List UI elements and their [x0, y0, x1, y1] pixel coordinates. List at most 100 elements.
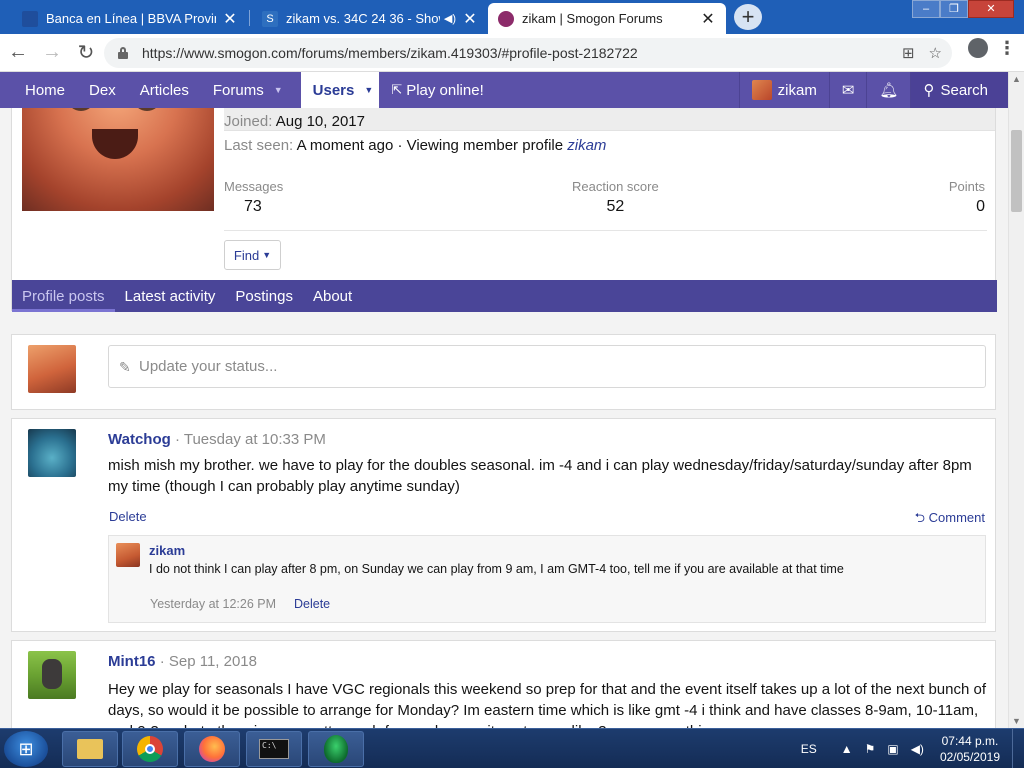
last-seen-label: Last seen:: [224, 137, 294, 154]
page-viewport: Joined: Aug 10, 2017 Last seen: A moment…: [0, 72, 1008, 728]
taskbar-explorer[interactable]: [62, 731, 118, 767]
start-button[interactable]: ⊞: [4, 731, 48, 767]
nav-users[interactable]: Users ▼: [300, 72, 380, 108]
showdown-favicon-icon: S: [262, 10, 278, 27]
stat-value[interactable]: 0: [949, 198, 985, 216]
search-button[interactable]: ⚲ Search: [910, 72, 1008, 108]
speaker-icon[interactable]: ◀): [444, 12, 456, 25]
close-window-button[interactable]: ✕: [968, 0, 1014, 18]
forward-button[interactable]: →: [36, 37, 68, 69]
delete-post-link[interactable]: Delete: [109, 509, 147, 524]
stat-points: Points 0: [949, 179, 985, 216]
browser-tab-smogon[interactable]: zikam | Smogon Forums ✕: [488, 3, 726, 34]
nav-articles[interactable]: Articles: [128, 72, 201, 108]
scrollbar-thumb[interactable]: [1011, 130, 1022, 212]
stat-label: Reaction score: [572, 179, 659, 194]
close-tab-icon[interactable]: ✕: [222, 9, 238, 29]
comment-time[interactable]: Yesterday at 12:26 PM: [150, 597, 276, 611]
browser-tab-bbva[interactable]: Banca en Línea | BBVA Provincial ✕: [12, 3, 248, 34]
nav-dex[interactable]: Dex: [77, 72, 128, 108]
stat-value[interactable]: 73: [224, 198, 283, 216]
post-author[interactable]: Watchog: [108, 431, 171, 448]
stat-label: Messages: [224, 179, 284, 194]
profile-post: Watchog · Tuesday at 10:33 PM mish mish …: [11, 418, 996, 632]
browser-tab-showdown[interactable]: S zikam vs. 34C 24 36 - Showd ◀) ✕: [252, 3, 488, 34]
bookmark-star-icon[interactable]: ☆: [929, 44, 942, 62]
find-button[interactable]: Find ▼: [224, 240, 281, 270]
separator-dot: ·: [174, 431, 184, 448]
nav-play-online[interactable]: ⇱ Play online!: [379, 72, 495, 108]
close-tab-icon[interactable]: ✕: [462, 9, 478, 29]
nav-forums-label: Forums: [212, 81, 264, 99]
maximize-button[interactable]: ❐: [940, 0, 968, 18]
new-tab-button[interactable]: +: [734, 4, 762, 30]
nav-users-label: Users: [312, 81, 355, 99]
inbox-button[interactable]: ✉: [828, 72, 867, 108]
own-avatar[interactable]: [28, 345, 76, 393]
folder-icon: [77, 739, 103, 759]
flag-icon[interactable]: ⚑: [865, 742, 876, 756]
account-menu[interactable]: zikam: [738, 72, 829, 108]
profile-tabs: Profile posts Latest activity Postings A…: [12, 280, 997, 312]
comment-author[interactable]: zikam: [149, 543, 185, 558]
stat-value: 52: [606, 198, 625, 215]
caret-down-icon[interactable]: ▼: [364, 85, 373, 95]
page-scrollbar[interactable]: ▲ ▼: [1008, 72, 1024, 728]
post-time[interactable]: Sep 11, 2018: [169, 653, 257, 670]
post-body: Hey we play for seasonals I have VGC reg…: [108, 681, 987, 728]
caret-down-icon[interactable]: ▼: [274, 85, 283, 95]
taskbar-firefox[interactable]: [184, 731, 240, 767]
tab-postings[interactable]: Postings: [225, 280, 303, 312]
taskbar-alien-app[interactable]: [308, 731, 364, 767]
show-hidden-icons-icon[interactable]: ▲: [841, 742, 853, 756]
clock[interactable]: 07:44 p.m. 02/05/2019: [940, 733, 1000, 765]
nav-play-label: Play online!: [406, 81, 484, 99]
tab-latest-activity[interactable]: Latest activity: [115, 280, 226, 312]
alerts-button[interactable]: 🔔︎: [866, 72, 910, 108]
volume-icon[interactable]: ◀): [911, 742, 924, 756]
nav-home[interactable]: Home: [0, 72, 77, 108]
account-username: zikam: [777, 81, 817, 99]
nav-avatar: [751, 80, 772, 100]
find-label: Find: [233, 247, 260, 263]
browser-menu-icon[interactable]: ⋮: [998, 39, 1016, 57]
site-navigation: Home Dex Articles Forums ▼ Users ▼ ⇱ Pla…: [0, 72, 1008, 108]
close-tab-icon[interactable]: ✕: [700, 9, 716, 29]
delete-comment-link[interactable]: Delete: [294, 597, 330, 611]
comment-avatar[interactable]: [116, 543, 140, 567]
post-time[interactable]: Tuesday at 10:33 PM: [184, 431, 326, 448]
mint16-avatar[interactable]: [28, 651, 76, 699]
system-tray: ES ▲ ⚑ ▣ ◀) 07:44 p.m. 02/05/2019: [795, 729, 1024, 768]
pencil-icon: ✎: [119, 358, 131, 375]
scroll-down-icon[interactable]: ▼: [1012, 716, 1021, 726]
reload-icon: ↻: [77, 42, 95, 64]
status-input[interactable]: ✎ Update your status...: [108, 345, 986, 388]
network-icon[interactable]: ▣: [887, 742, 898, 756]
comment-link[interactable]: ⮌ Comment: [915, 509, 985, 531]
window-controls: – ❐ ✕: [912, 0, 1014, 18]
tab-about[interactable]: About: [303, 280, 362, 312]
taskbar-chrome[interactable]: [122, 731, 178, 767]
browser-profile-icon[interactable]: [968, 38, 988, 58]
post-author[interactable]: Mint16: [108, 653, 156, 670]
watchog-avatar[interactable]: [28, 429, 76, 477]
language-indicator[interactable]: ES: [801, 742, 817, 756]
bell-icon: 🔔︎: [879, 82, 899, 99]
show-desktop-button[interactable]: [1012, 729, 1024, 768]
bbva-favicon-icon: [22, 10, 38, 27]
scroll-up-icon[interactable]: ▲: [1012, 74, 1021, 84]
nav-forums[interactable]: Forums ▼: [201, 72, 295, 108]
post-header: Mint16 · Sep 11, 2018: [108, 653, 257, 670]
minimize-button[interactable]: –: [912, 0, 940, 18]
translate-icon[interactable]: ⊞: [902, 44, 915, 62]
reload-button[interactable]: ↻: [70, 37, 102, 69]
back-button[interactable]: ←: [2, 37, 34, 69]
comment-label: Comment: [928, 510, 985, 525]
address-bar[interactable]: https://www.smogon.com/forums/members/zi…: [104, 38, 952, 68]
tab-profile-posts[interactable]: Profile posts: [12, 280, 115, 312]
windows-taskbar: ⊞ C:\ ES ▲ ⚑ ▣ ◀) 07:44 p.m. 02/05/2019: [0, 728, 1024, 768]
taskbar-cmd[interactable]: C:\: [246, 731, 302, 767]
envelope-icon: ✉: [841, 82, 855, 99]
clock-date: 02/05/2019: [939, 750, 1000, 764]
last-seen-link[interactable]: zikam: [567, 137, 606, 154]
